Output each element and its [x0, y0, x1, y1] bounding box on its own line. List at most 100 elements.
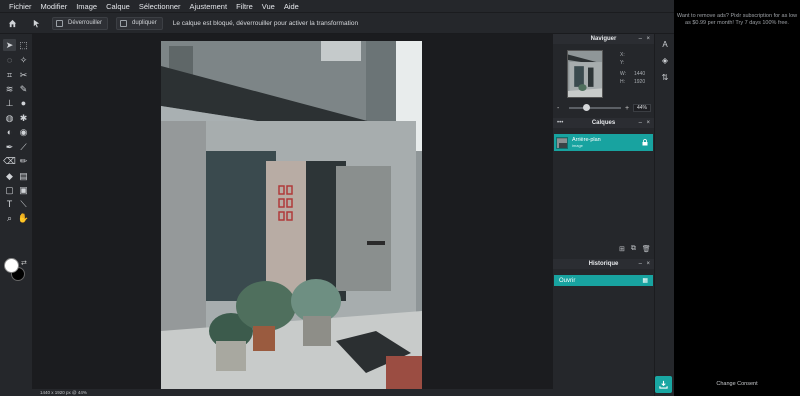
pencil-tool-icon[interactable]: ✏: [17, 155, 30, 167]
lasso-tool-icon[interactable]: ◌: [3, 54, 16, 66]
delete-layer-icon[interactable]: 🗑: [642, 245, 651, 253]
layers-title: Calques: [591, 120, 616, 126]
zoom-out-button[interactable]: -: [557, 105, 565, 112]
layers-close-icon[interactable]: ×: [646, 120, 650, 126]
drop-tool-icon[interactable]: ●: [17, 97, 30, 109]
hand-tool-icon[interactable]: ✋: [17, 212, 30, 224]
sponge-tool-icon[interactable]: ◍: [3, 112, 16, 124]
menu-edit[interactable]: Modifier: [41, 2, 68, 11]
duplicate-layer-icon[interactable]: ⧉: [631, 245, 636, 253]
photo-illustration: [161, 41, 422, 389]
layer-text: Arrière-plan image: [568, 137, 601, 148]
wand-tool-icon[interactable]: ✧: [17, 54, 30, 66]
layers-minimize-icon[interactable]: –: [639, 120, 642, 126]
heal-tool-icon[interactable]: ✎: [17, 83, 30, 95]
layer-type: image: [572, 143, 583, 148]
smudge-tool-icon[interactable]: ✱: [17, 112, 30, 124]
change-consent-link[interactable]: Change Consent: [674, 381, 800, 387]
duplicate-button[interactable]: dupliquer: [116, 16, 163, 30]
brush-tool-icon[interactable]: ⟋: [17, 141, 30, 153]
clone-tool-icon[interactable]: ⊥: [3, 97, 16, 109]
ad-text[interactable]: Want to remove ads? Pixlr subscription f…: [676, 13, 798, 26]
nav-h-label: H:: [620, 79, 625, 85]
menu-adjustment[interactable]: Ajustement: [190, 2, 228, 11]
gradient-tool-icon[interactable]: ▤: [17, 170, 30, 182]
foreground-color-swatch[interactable]: [4, 258, 19, 273]
tools-panel: ➤ ⬚ ◌ ✧ ⌗ ✂ ≋ ✎ ⊥ ● ◍ ✱ ◐ ◉ ✒ ⟋ ⌫ ✏ ◆ ▤ …: [0, 34, 32, 396]
fill-tool-icon[interactable]: ◆: [3, 170, 16, 182]
navigator-header: Naviguer – ×: [553, 34, 654, 44]
menu-file[interactable]: Fichier: [9, 2, 32, 11]
layers-more-icon[interactable]: •••: [557, 120, 563, 126]
picker-tool-icon[interactable]: ⟍: [17, 198, 30, 210]
photo-editor: Fichier Modifier Image Calque Sélectionn…: [0, 0, 800, 396]
eraser-tool-icon[interactable]: ⌫: [3, 155, 16, 167]
marquee-tool-icon[interactable]: ⬚: [17, 39, 30, 51]
nav-y-label: Y:: [620, 60, 625, 66]
document-image: [161, 41, 422, 389]
zoom-slider-knob[interactable]: [583, 104, 590, 111]
crop-tool-icon[interactable]: ⌗: [3, 69, 16, 81]
cut-tool-icon[interactable]: ✂: [17, 69, 30, 81]
zoom-slider[interactable]: [569, 104, 621, 111]
navigator-title: Naviguer: [590, 36, 617, 42]
navigator-thumbnail[interactable]: [567, 50, 603, 98]
nav-x-label: X:: [620, 52, 625, 58]
menu-view[interactable]: Vue: [262, 2, 275, 11]
panel-toggle-strip: A ◈ ⇅: [654, 34, 674, 396]
liquify-tool-icon[interactable]: ≋: [3, 83, 16, 95]
menu-layer[interactable]: Calque: [106, 2, 130, 11]
layer-thumbnail: [556, 136, 568, 149]
history-close-icon[interactable]: ×: [646, 261, 650, 267]
history-minimize-icon[interactable]: –: [639, 261, 642, 267]
history-title: Historique: [588, 261, 619, 267]
unlock-icon: [56, 19, 63, 27]
download-button[interactable]: [655, 376, 672, 393]
menu-image[interactable]: Image: [76, 2, 97, 11]
burn-tool-icon[interactable]: ◉: [17, 126, 30, 138]
history-item-label: Ouvrir: [559, 277, 576, 284]
ad-sidebar: Want to remove ads? Pixlr subscription f…: [674, 0, 800, 396]
canvas-area[interactable]: [32, 34, 553, 396]
text-tool-icon[interactable]: T: [3, 198, 16, 210]
download-icon: [659, 380, 668, 389]
dodge-tool-icon[interactable]: ◐: [3, 126, 16, 138]
duplicate-label: dupliquer: [132, 20, 157, 26]
pen-tool-icon[interactable]: ✒: [3, 141, 16, 153]
layers-panel-icon[interactable]: ◈: [659, 54, 671, 66]
menu-help[interactable]: Aide: [284, 2, 299, 11]
lock-message: Le calque est bloqué, déverrouiller pour…: [172, 19, 359, 27]
zoom-value-input[interactable]: 44%: [633, 104, 651, 112]
history-header: Historique – ×: [553, 259, 654, 269]
history-open-icon: ▦: [642, 278, 648, 284]
nav-h-value: 1920: [634, 79, 646, 85]
shape-tool-icon[interactable]: ▢: [3, 184, 16, 196]
menu-select[interactable]: Sélectionner: [139, 2, 181, 11]
home-icon[interactable]: [4, 15, 20, 31]
menu-bar: Fichier Modifier Image Calque Sélectionn…: [0, 0, 674, 12]
character-panel-icon[interactable]: A: [659, 38, 671, 50]
zoom-in-button[interactable]: +: [625, 105, 633, 112]
layer-row[interactable]: Arrière-plan image: [554, 134, 653, 151]
menu-filter[interactable]: Filtre: [236, 2, 253, 11]
lock-icon[interactable]: [642, 139, 648, 148]
navigator-minimize-icon[interactable]: –: [639, 36, 642, 42]
status-bar: 1440 x 1920 px @ 44%: [32, 389, 553, 396]
swap-colors-icon[interactable]: ⇄: [21, 259, 27, 267]
arrange-tool-icon[interactable]: ➤: [3, 39, 16, 51]
add-layer-icon[interactable]: ⊞: [619, 245, 625, 253]
unlock-button[interactable]: Déverrouiller: [52, 16, 109, 30]
navigator-close-icon[interactable]: ×: [646, 36, 650, 42]
history-item[interactable]: Ouvrir ▦: [554, 275, 653, 286]
navigator-thumbnail-image: [568, 51, 602, 97]
zoom-tool-icon[interactable]: ⌕: [3, 212, 16, 224]
adjust-panel-icon[interactable]: ⇅: [659, 71, 671, 83]
duplicate-icon: [120, 19, 128, 27]
move-tool-icon[interactable]: [28, 15, 44, 31]
unlock-label: Déverrouiller: [68, 20, 103, 26]
sticker-tool-icon[interactable]: ▣: [17, 184, 30, 196]
nav-w-value: 1440: [634, 71, 646, 77]
layer-actions: ⊞ ⧉ 🗑: [613, 245, 651, 253]
layers-header: ••• Calques – ×: [553, 118, 654, 128]
tool-options-bar: Déverrouiller dupliquer Le calque est bl…: [0, 12, 674, 33]
